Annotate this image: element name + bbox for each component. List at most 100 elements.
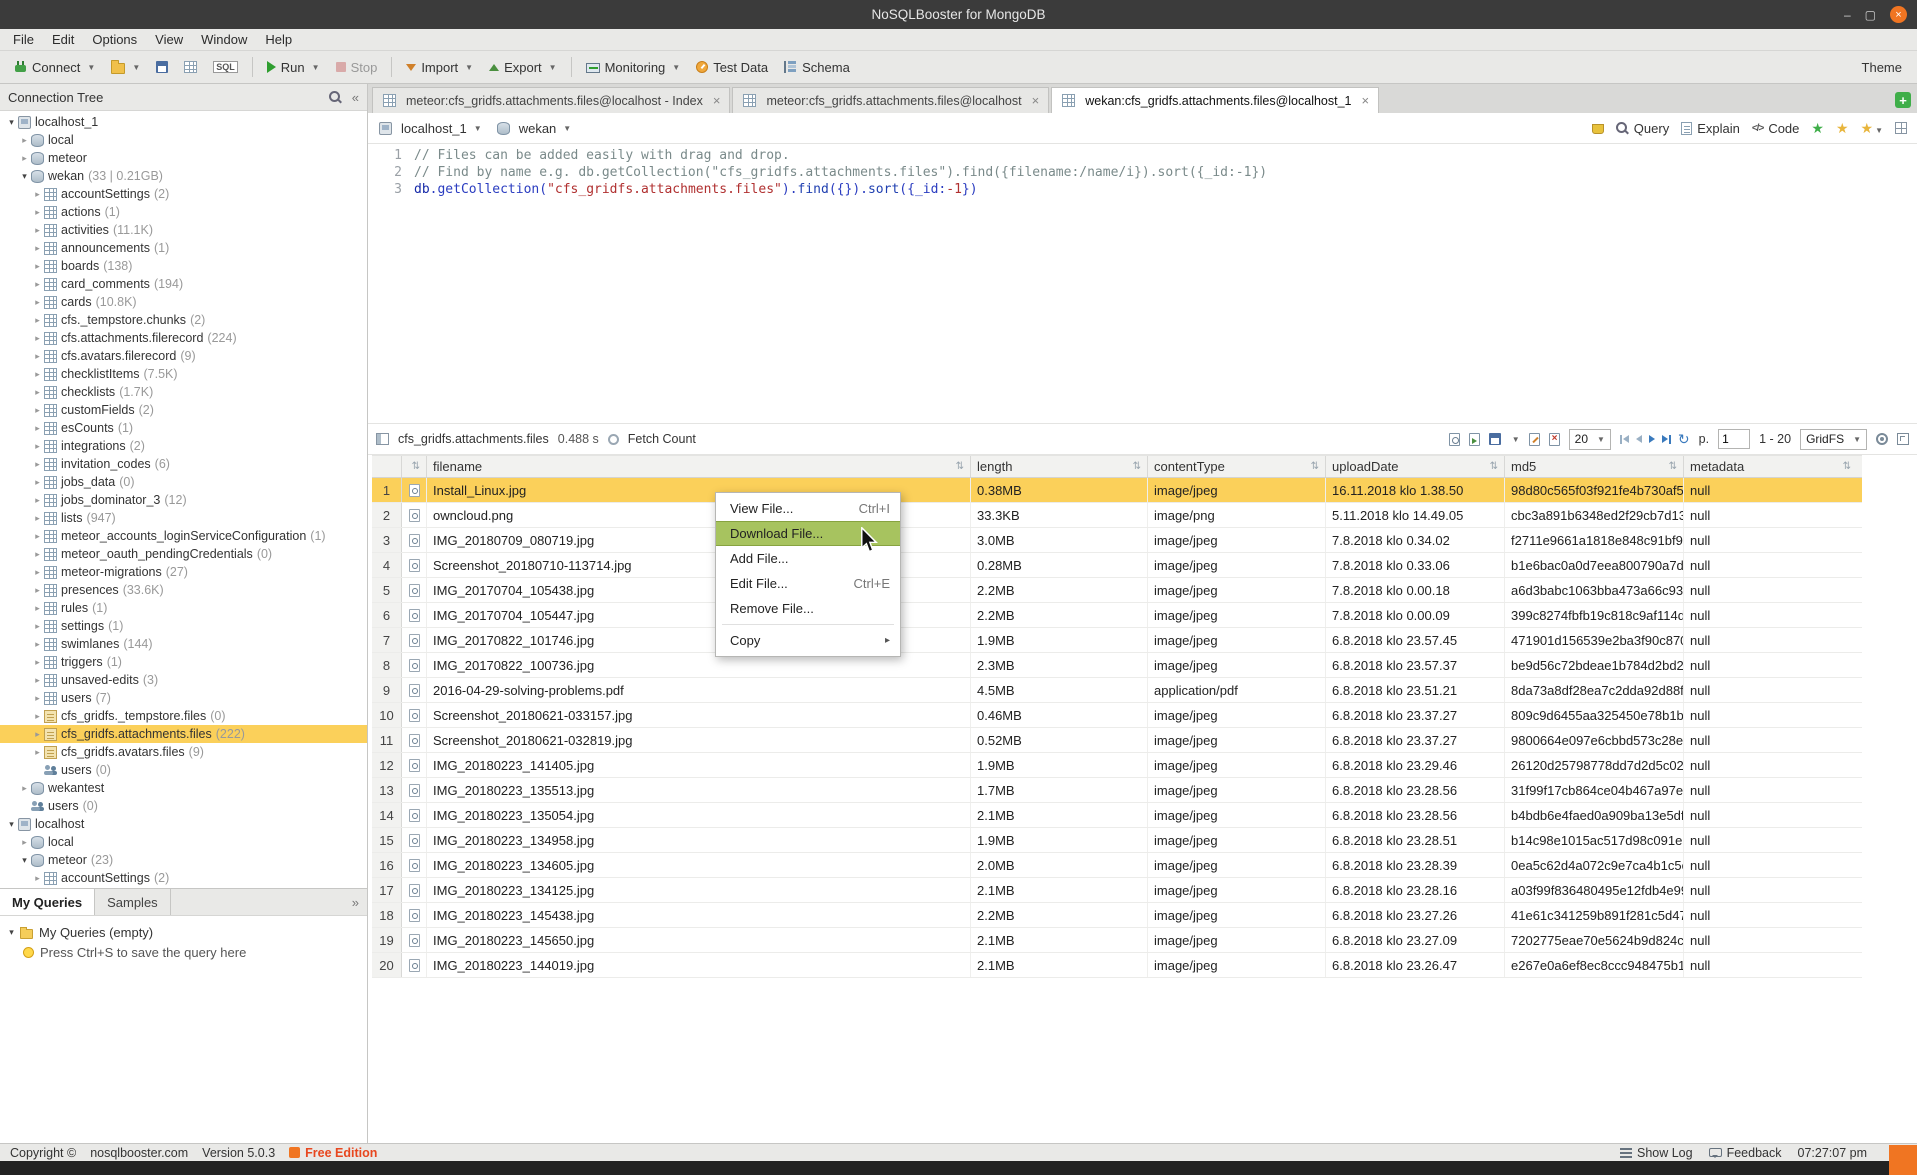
tree-expander-icon[interactable]: ▸	[32, 477, 43, 488]
new-tab-button[interactable]: +	[1895, 92, 1911, 108]
tree-item-users[interactable]: ▸users(7)	[0, 689, 367, 707]
next-page-button[interactable]	[1649, 430, 1655, 448]
close-icon[interactable]: ×	[713, 93, 721, 108]
tree-item-cfs-attachments-filerecord[interactable]: ▸cfs.attachments.filerecord(224)	[0, 329, 367, 347]
expand-results-icon[interactable]	[1897, 433, 1909, 445]
tree-expander-icon[interactable]: ▸	[32, 729, 43, 740]
tree-item-cards[interactable]: ▸cards(10.8K)	[0, 293, 367, 311]
column-header-uploaddate[interactable]: uploadDate⇅	[1326, 456, 1505, 477]
last-page-button[interactable]	[1662, 430, 1671, 448]
sort-icon[interactable]: ⇅	[956, 461, 964, 472]
tree-expander-icon[interactable]: ▸	[32, 459, 43, 470]
context-menu-item-edit-file[interactable]: Edit File...Ctrl+E	[716, 571, 900, 596]
tree-item-meteor[interactable]: ▸meteor	[0, 149, 367, 167]
tree-expander-icon[interactable]: ▾	[6, 927, 17, 938]
tree-item-checklistitems[interactable]: ▸checklistItems(7.5K)	[0, 365, 367, 383]
table-row[interactable]: 12IMG_20180223_141405.jpg1.9MBimage/jpeg…	[372, 753, 1862, 778]
schema-button[interactable]: Schema	[777, 56, 857, 79]
row-view-button[interactable]	[402, 878, 427, 902]
query-button[interactable]: Query	[1616, 121, 1669, 136]
explain-button[interactable]: Explain	[1681, 121, 1740, 136]
page-size-select[interactable]: 20 ▼	[1569, 429, 1611, 450]
row-view-button[interactable]	[402, 828, 427, 852]
close-button[interactable]: ×	[1890, 6, 1907, 23]
table-row[interactable]: 18IMG_20180223_145438.jpg2.2MBimage/jpeg…	[372, 903, 1862, 928]
table-row[interactable]: 4Screenshot_20180710-113714.jpg0.28MBima…	[372, 553, 1862, 578]
table-row[interactable]: 92016-04-29-solving-problems.pdf4.5MBapp…	[372, 678, 1862, 703]
row-view-button[interactable]	[402, 753, 427, 777]
layout-icon[interactable]	[1895, 122, 1907, 134]
row-view-button[interactable]	[402, 653, 427, 677]
row-view-button[interactable]	[402, 853, 427, 877]
first-page-button[interactable]	[1620, 430, 1629, 448]
tree-expander-icon[interactable]: ▾	[19, 855, 30, 866]
tree-item-triggers[interactable]: ▸triggers(1)	[0, 653, 367, 671]
chevron-down-icon[interactable]: ▼	[1512, 435, 1520, 444]
tree-item-actions[interactable]: ▸actions(1)	[0, 203, 367, 221]
tree-item-localhost-1[interactable]: ▾localhost_1	[0, 113, 367, 131]
context-menu-item-remove-file[interactable]: Remove File...	[716, 596, 900, 621]
minimize-button[interactable]: –	[1844, 8, 1851, 22]
tree-item-jobs-data[interactable]: ▸jobs_data(0)	[0, 473, 367, 491]
sort-icon[interactable]: ⇅	[1311, 461, 1319, 472]
tree-item-wekan[interactable]: ▾wekan(33 | 0.21GB)	[0, 167, 367, 185]
tree-expander-icon[interactable]: ▸	[32, 423, 43, 434]
doc-tab-meteor-cfs-gridfs-attachments-files-localhost-index[interactable]: meteor:cfs_gridfs.attachments.files@loca…	[372, 87, 730, 113]
table-row[interactable]: 8IMG_20170822_100736.jpg2.3MBimage/jpeg6…	[372, 653, 1862, 678]
tree-item-customfields[interactable]: ▸customFields(2)	[0, 401, 367, 419]
tree-item-jobs-dominator-3[interactable]: ▸jobs_dominator_3(12)	[0, 491, 367, 509]
tree-item-meteor[interactable]: ▾meteor(23)	[0, 851, 367, 869]
table-row[interactable]: 5IMG_20170704_105438.jpg2.2MBimage/jpeg7…	[372, 578, 1862, 603]
my-queries-root-row[interactable]: ▾ My Queries (empty)	[6, 922, 361, 942]
tree-expander-icon[interactable]: ▸	[32, 351, 43, 362]
site-link[interactable]: nosqlbooster.com	[90, 1146, 188, 1160]
tree-item-cfs-gridfs-avatars-files[interactable]: ▸cfs_gridfs.avatars.files(9)	[0, 743, 367, 761]
tree-expander-icon[interactable]: ▸	[19, 135, 30, 146]
table-row[interactable]: 1Install_Linux.jpg0.38MBimage/jpeg16.11.…	[372, 478, 1862, 503]
tree-expander-icon[interactable]: ▸	[32, 297, 43, 308]
import-button[interactable]: Import ▼	[399, 56, 480, 79]
tree-expander-icon[interactable]: ▸	[32, 747, 43, 758]
maximize-button[interactable]: ▢	[1865, 8, 1876, 22]
menu-file[interactable]: File	[4, 29, 43, 50]
row-view-button[interactable]	[402, 503, 427, 527]
monitoring-button[interactable]: Monitoring ▼	[579, 56, 688, 79]
tree-item-meteor-migrations[interactable]: ▸meteor-migrations(27)	[0, 563, 367, 581]
tree-expander-icon[interactable]: ▸	[32, 675, 43, 686]
tree-expander-icon[interactable]: ▸	[19, 783, 30, 794]
connect-button[interactable]: Connect ▼	[8, 56, 102, 79]
tree-item-accountsettings[interactable]: ▸accountSettings(2)	[0, 869, 367, 887]
fetch-count-button[interactable]: Fetch Count	[628, 432, 696, 446]
feedback-button[interactable]: Feedback	[1709, 1146, 1782, 1160]
tree-expander-icon[interactable]: ▸	[32, 549, 43, 560]
table-row[interactable]: 16IMG_20180223_134605.jpg2.0MBimage/jpeg…	[372, 853, 1862, 878]
context-menu-item-copy[interactable]: Copy▸	[716, 628, 900, 653]
tree-item-local[interactable]: ▸local	[0, 833, 367, 851]
search-icon[interactable]	[329, 91, 342, 104]
tree-item-rules[interactable]: ▸rules(1)	[0, 599, 367, 617]
free-edition-badge[interactable]: Free Edition	[289, 1146, 377, 1160]
tree-item-wekantest[interactable]: ▸wekantest	[0, 779, 367, 797]
tree-expander-icon[interactable]: ▸	[32, 225, 43, 236]
menu-edit[interactable]: Edit	[43, 29, 83, 50]
run-button[interactable]: Run ▼	[260, 56, 327, 79]
tree-expander-icon[interactable]: ▸	[32, 189, 43, 200]
row-view-button[interactable]	[402, 478, 427, 502]
row-view-button[interactable]	[402, 928, 427, 952]
table-row[interactable]: 17IMG_20180223_134125.jpg2.1MBimage/jpeg…	[372, 878, 1862, 903]
export-results-icon[interactable]	[1469, 433, 1480, 446]
tree-expander-icon[interactable]: ▾	[19, 171, 30, 182]
table-row[interactable]: 20IMG_20180223_144019.jpg2.1MBimage/jpeg…	[372, 953, 1862, 978]
tree-item-cfs-avatars-filerecord[interactable]: ▸cfs.avatars.filerecord(9)	[0, 347, 367, 365]
row-view-button[interactable]	[402, 553, 427, 577]
tree-expander-icon[interactable]: ▸	[32, 279, 43, 290]
row-view-button[interactable]	[402, 578, 427, 602]
star-icon[interactable]: ★	[1836, 120, 1849, 137]
column-header-length[interactable]: length⇅	[971, 456, 1148, 477]
tree-expander-icon[interactable]: ▸	[32, 639, 43, 650]
column-header-filename[interactable]: filename⇅	[427, 456, 971, 477]
save-button[interactable]	[149, 57, 175, 77]
save-results-icon[interactable]	[1489, 433, 1501, 445]
tree-item-localhost[interactable]: ▾localhost	[0, 815, 367, 833]
tree-expander-icon[interactable]: ▸	[32, 585, 43, 596]
